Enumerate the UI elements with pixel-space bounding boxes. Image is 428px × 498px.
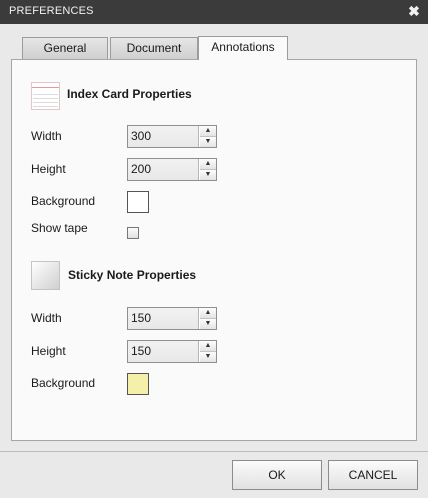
sticky-note-width-spinner[interactable]: 150 ▲ ▼: [127, 307, 217, 330]
index-card-title: Index Card Properties: [67, 87, 192, 101]
spinner-up-icon[interactable]: ▲: [200, 341, 216, 352]
sticky-note-background-label: Background: [31, 376, 96, 390]
index-card-background-label: Background: [31, 194, 96, 208]
index-card-width-spinner[interactable]: 300 ▲ ▼: [127, 125, 217, 148]
spinner-up-icon[interactable]: ▲: [200, 126, 216, 137]
index-card-height-label: Height: [31, 162, 66, 176]
window-title: PREFERENCES: [9, 5, 94, 17]
index-card-height-input[interactable]: 200: [128, 159, 199, 180]
sticky-note-width-label: Width: [31, 311, 62, 325]
show-tape-checkbox[interactable]: [127, 227, 139, 239]
spinner-up-icon[interactable]: ▲: [200, 159, 216, 170]
tab-document[interactable]: Document: [110, 37, 198, 59]
sticky-note-icon: [31, 261, 60, 290]
index-card-background-swatch[interactable]: [127, 191, 149, 213]
tab-annotations[interactable]: Annotations: [198, 36, 288, 60]
index-card-height-spinner[interactable]: 200 ▲ ▼: [127, 158, 217, 181]
sticky-note-width-input[interactable]: 150: [128, 308, 199, 329]
sticky-note-height-input[interactable]: 150: [128, 341, 199, 362]
footer-divider: [0, 451, 428, 452]
index-card-width-label: Width: [31, 129, 62, 143]
title-bar: PREFERENCES ✖: [0, 0, 428, 24]
sticky-note-background-swatch[interactable]: [127, 373, 149, 395]
sticky-note-height-label: Height: [31, 344, 66, 358]
sticky-note-height-spinner[interactable]: 150 ▲ ▼: [127, 340, 217, 363]
spinner-down-icon[interactable]: ▼: [200, 170, 216, 180]
index-card-icon: [31, 82, 60, 110]
spinner-down-icon[interactable]: ▼: [200, 352, 216, 362]
spinner-down-icon[interactable]: ▼: [200, 137, 216, 147]
spinner-down-icon[interactable]: ▼: [200, 319, 216, 329]
tab-general[interactable]: General: [22, 37, 108, 59]
ok-button[interactable]: OK: [232, 460, 322, 490]
sticky-note-title: Sticky Note Properties: [68, 268, 197, 282]
show-tape-label: Show tape: [31, 221, 88, 235]
close-icon[interactable]: ✖: [407, 3, 421, 19]
spinner-up-icon[interactable]: ▲: [200, 308, 216, 319]
cancel-button[interactable]: CANCEL: [328, 460, 418, 490]
index-card-width-input[interactable]: 300: [128, 126, 199, 147]
